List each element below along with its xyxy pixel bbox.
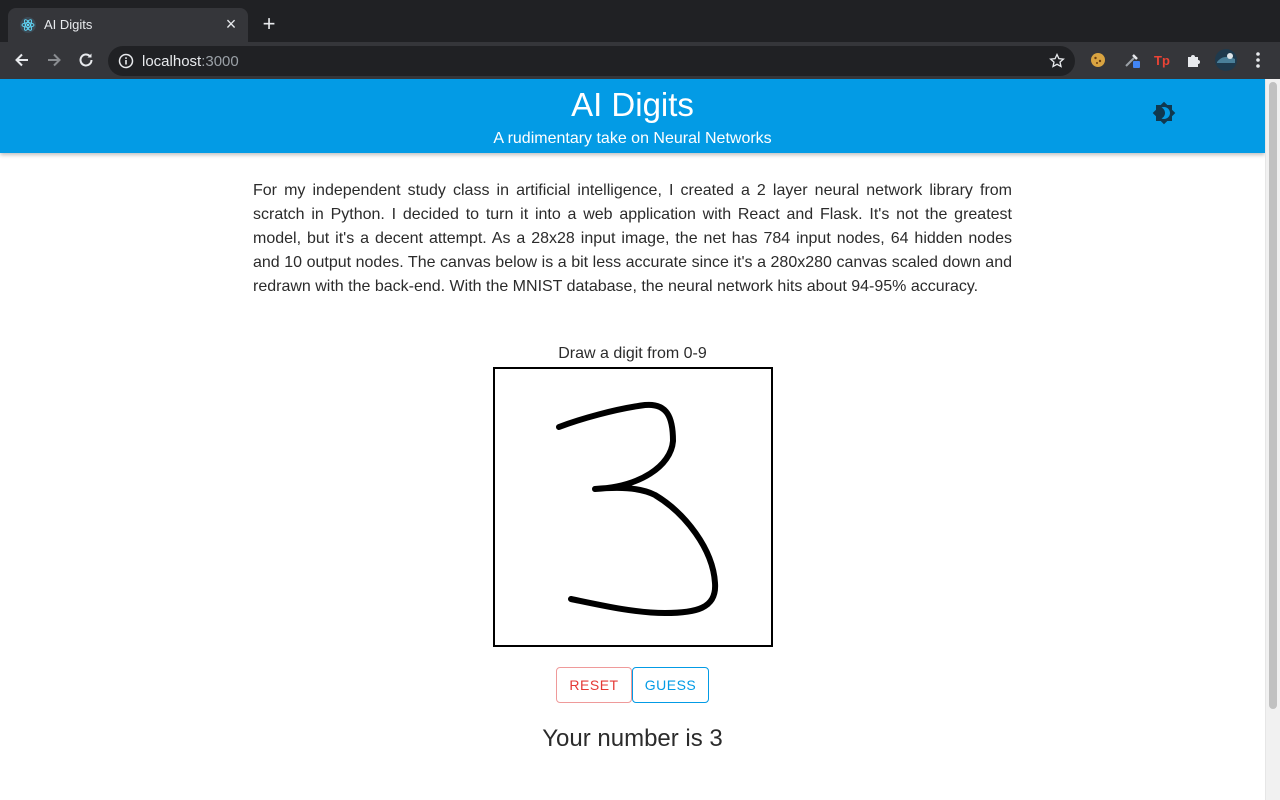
- tab-title: AI Digits: [44, 17, 93, 32]
- forward-icon[interactable]: [44, 50, 64, 70]
- project-description: For my independent study class in artifi…: [253, 182, 1012, 295]
- drawing-canvas[interactable]: [493, 367, 773, 647]
- browser-tab-strip: AI Digits × +: [0, 0, 1280, 42]
- scrollbar-thumb[interactable]: [1269, 82, 1277, 709]
- address-bar[interactable]: localhost:3000: [108, 46, 1075, 76]
- cookie-extension-icon[interactable]: [1088, 50, 1108, 70]
- reload-icon[interactable]: [76, 50, 96, 70]
- tab-close-icon[interactable]: ×: [222, 15, 240, 33]
- prediction-result: Your number is 3: [542, 725, 723, 752]
- app-header: AI Digits A rudimentary take on Neural N…: [0, 79, 1265, 153]
- info-icon[interactable]: [118, 53, 134, 69]
- guess-button[interactable]: GUESS: [632, 667, 709, 703]
- new-tab-icon[interactable]: +: [258, 13, 280, 35]
- react-icon: [20, 17, 36, 33]
- extensions-puzzle-icon[interactable]: [1184, 50, 1204, 70]
- url-text: localhost:3000: [142, 53, 239, 70]
- reset-button[interactable]: RESET: [556, 667, 632, 703]
- brightness-icon[interactable]: [1152, 101, 1176, 125]
- menu-kebab-icon[interactable]: [1250, 50, 1266, 70]
- browser-tab[interactable]: AI Digits ×: [8, 8, 248, 42]
- back-icon[interactable]: [12, 50, 32, 70]
- tp-extension-icon[interactable]: Tp: [1152, 50, 1172, 70]
- eyedropper-extension-icon[interactable]: [1122, 50, 1142, 70]
- canvas-label: Draw a digit from 0-9: [558, 345, 707, 362]
- url-port: :3000: [201, 53, 239, 70]
- page-scrollbar[interactable]: [1265, 79, 1280, 800]
- svg-text:Tp: Tp: [1154, 53, 1170, 68]
- browser-toolbar: localhost:3000 Tp: [0, 42, 1280, 79]
- drawn-digit-stroke: [556, 401, 719, 616]
- page-subtitle: A rudimentary take on Neural Networks: [493, 130, 772, 147]
- page-viewport: AI Digits A rudimentary take on Neural N…: [0, 79, 1265, 800]
- page-title: AI Digits: [571, 86, 694, 123]
- profile-avatar[interactable]: [1215, 49, 1237, 71]
- url-host: localhost: [142, 53, 202, 70]
- bookmark-star-icon[interactable]: [1049, 53, 1065, 69]
